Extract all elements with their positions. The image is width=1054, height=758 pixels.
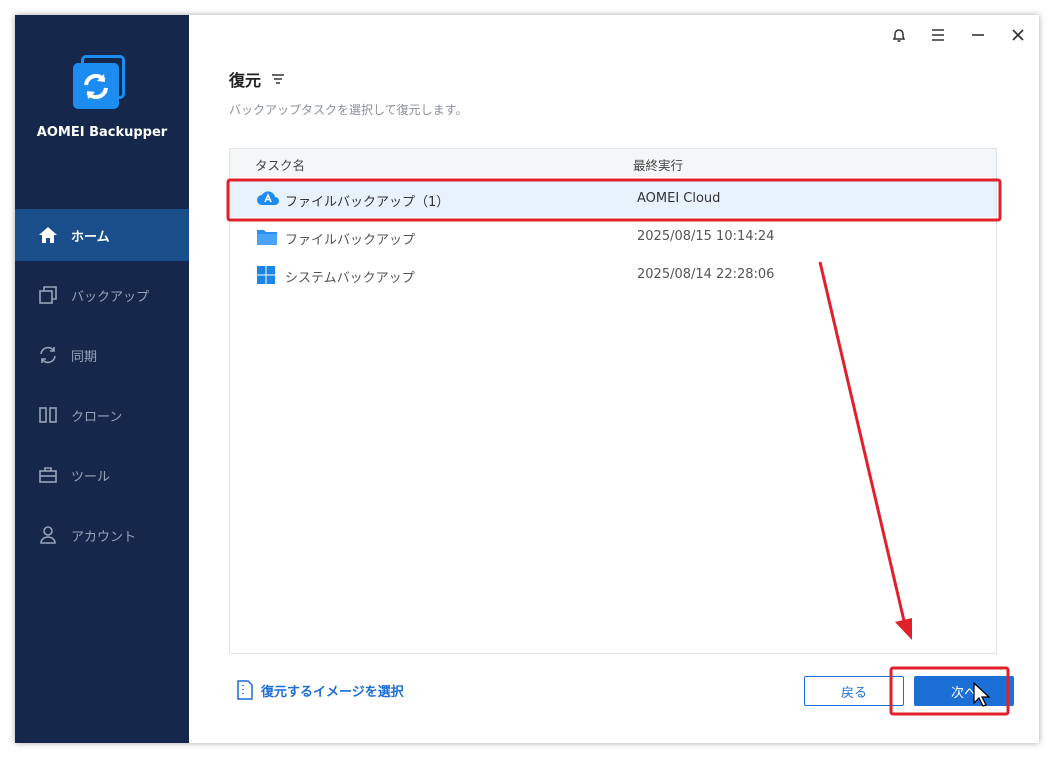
sidebar-item-tools[interactable]: ツール bbox=[15, 449, 189, 501]
task-last-run: 2025/08/15 10:14:24 bbox=[637, 229, 775, 244]
home-icon bbox=[37, 224, 59, 246]
cloud-icon bbox=[256, 189, 279, 209]
sidebar-item-label: ホーム bbox=[71, 229, 110, 245]
task-table: タスク名 最終実行 ファイルバックアップ（1） AOMEI Cloud ファイル… bbox=[229, 148, 997, 654]
sidebar-item-label: クローン bbox=[71, 409, 123, 425]
next-button[interactable]: 次へ bbox=[914, 676, 1014, 706]
app-logo bbox=[71, 55, 131, 115]
toolbox-icon bbox=[37, 464, 59, 486]
table-row[interactable]: システムバックアップ 2025/08/14 22:28:06 bbox=[230, 257, 996, 293]
folder-icon bbox=[256, 227, 278, 247]
sidebar-item-label: アカウント bbox=[71, 529, 137, 545]
sidebar-item-home[interactable]: ホーム bbox=[15, 209, 189, 261]
sidebar-item-backup[interactable]: バックアップ bbox=[15, 269, 189, 321]
task-name: ファイルバックアップ bbox=[285, 233, 416, 248]
windows-icon bbox=[256, 265, 278, 285]
back-button[interactable]: 戻る bbox=[804, 676, 904, 706]
app-name: AOMEI Backupper bbox=[36, 125, 168, 140]
document-icon bbox=[237, 680, 253, 700]
main-panel: 復元 バックアップタスクを選択して復元します。 タスク名 最終実行 ファイルバッ… bbox=[189, 15, 1039, 743]
sidebar-item-clone[interactable]: クローン bbox=[15, 389, 189, 441]
sidebar: AOMEI Backupper ホーム バックアップ 同期 クローン ツール ア… bbox=[15, 15, 189, 743]
clone-icon bbox=[37, 404, 59, 426]
page-title-text: 復元 bbox=[229, 71, 262, 90]
page-title: 復元 bbox=[229, 67, 285, 91]
close-icon[interactable] bbox=[1008, 25, 1028, 45]
page-subtitle: バックアップタスクを選択して復元します。 bbox=[229, 103, 468, 117]
task-last-run: AOMEI Cloud bbox=[637, 191, 721, 206]
column-header-task-name: タスク名 bbox=[255, 158, 306, 173]
sidebar-item-sync[interactable]: 同期 bbox=[15, 329, 189, 381]
task-name: システムバックアップ bbox=[285, 271, 415, 286]
app-window: AOMEI Backupper ホーム バックアップ 同期 クローン ツール ア… bbox=[15, 15, 1039, 743]
minimize-icon[interactable] bbox=[968, 25, 988, 45]
backup-icon bbox=[37, 284, 59, 306]
sync-icon bbox=[37, 344, 59, 366]
table-header: タスク名 最終実行 bbox=[230, 149, 996, 177]
sidebar-item-label: バックアップ bbox=[71, 289, 150, 305]
sidebar-item-label: 同期 bbox=[71, 349, 98, 365]
menu-icon[interactable] bbox=[928, 25, 948, 45]
table-row[interactable]: ファイルバックアップ 2025/08/15 10:14:24 bbox=[230, 219, 996, 255]
task-last-run: 2025/08/14 22:28:06 bbox=[637, 267, 775, 282]
select-image-label: 復元するイメージを選択 bbox=[261, 684, 404, 700]
select-image-link[interactable]: 復元するイメージを選択 bbox=[237, 680, 404, 700]
sidebar-item-label: ツール bbox=[71, 469, 111, 485]
table-row[interactable]: ファイルバックアップ（1） AOMEI Cloud bbox=[230, 181, 996, 217]
bell-icon[interactable] bbox=[889, 25, 909, 45]
user-icon bbox=[37, 524, 59, 546]
task-name: ファイルバックアップ（1） bbox=[285, 195, 450, 210]
filter-icon[interactable] bbox=[271, 73, 285, 85]
sidebar-item-account[interactable]: アカウント bbox=[15, 509, 189, 561]
column-header-last-run: 最終実行 bbox=[633, 158, 684, 173]
